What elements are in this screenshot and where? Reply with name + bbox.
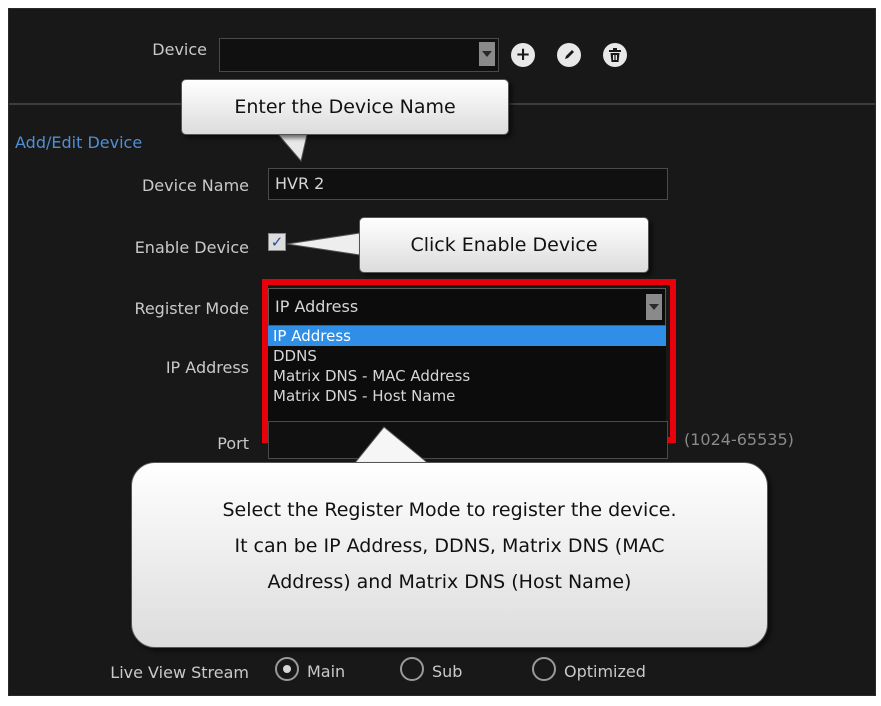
callout-register-mode: Select the Register Mode to register the… xyxy=(131,462,768,648)
callout-device-name-text: Enter the Device Name xyxy=(234,96,456,118)
callout-register-mode-line-3: Address) and Matrix DNS (Host Name) xyxy=(267,571,632,593)
callout-enable-text: Click Enable Device xyxy=(410,234,598,256)
callout-enable-device: Click Enable Device xyxy=(359,217,649,273)
callout-device-name: Enter the Device Name xyxy=(181,79,509,135)
callout-register-mode-line-1: Select the Register Mode to register the… xyxy=(222,499,677,521)
device-settings-panel: Device + Add/Edit Device Device Name HVR… xyxy=(8,8,876,696)
callout-register-mode-line-2: It can be IP Address, DDNS, Matrix DNS (… xyxy=(234,535,665,557)
